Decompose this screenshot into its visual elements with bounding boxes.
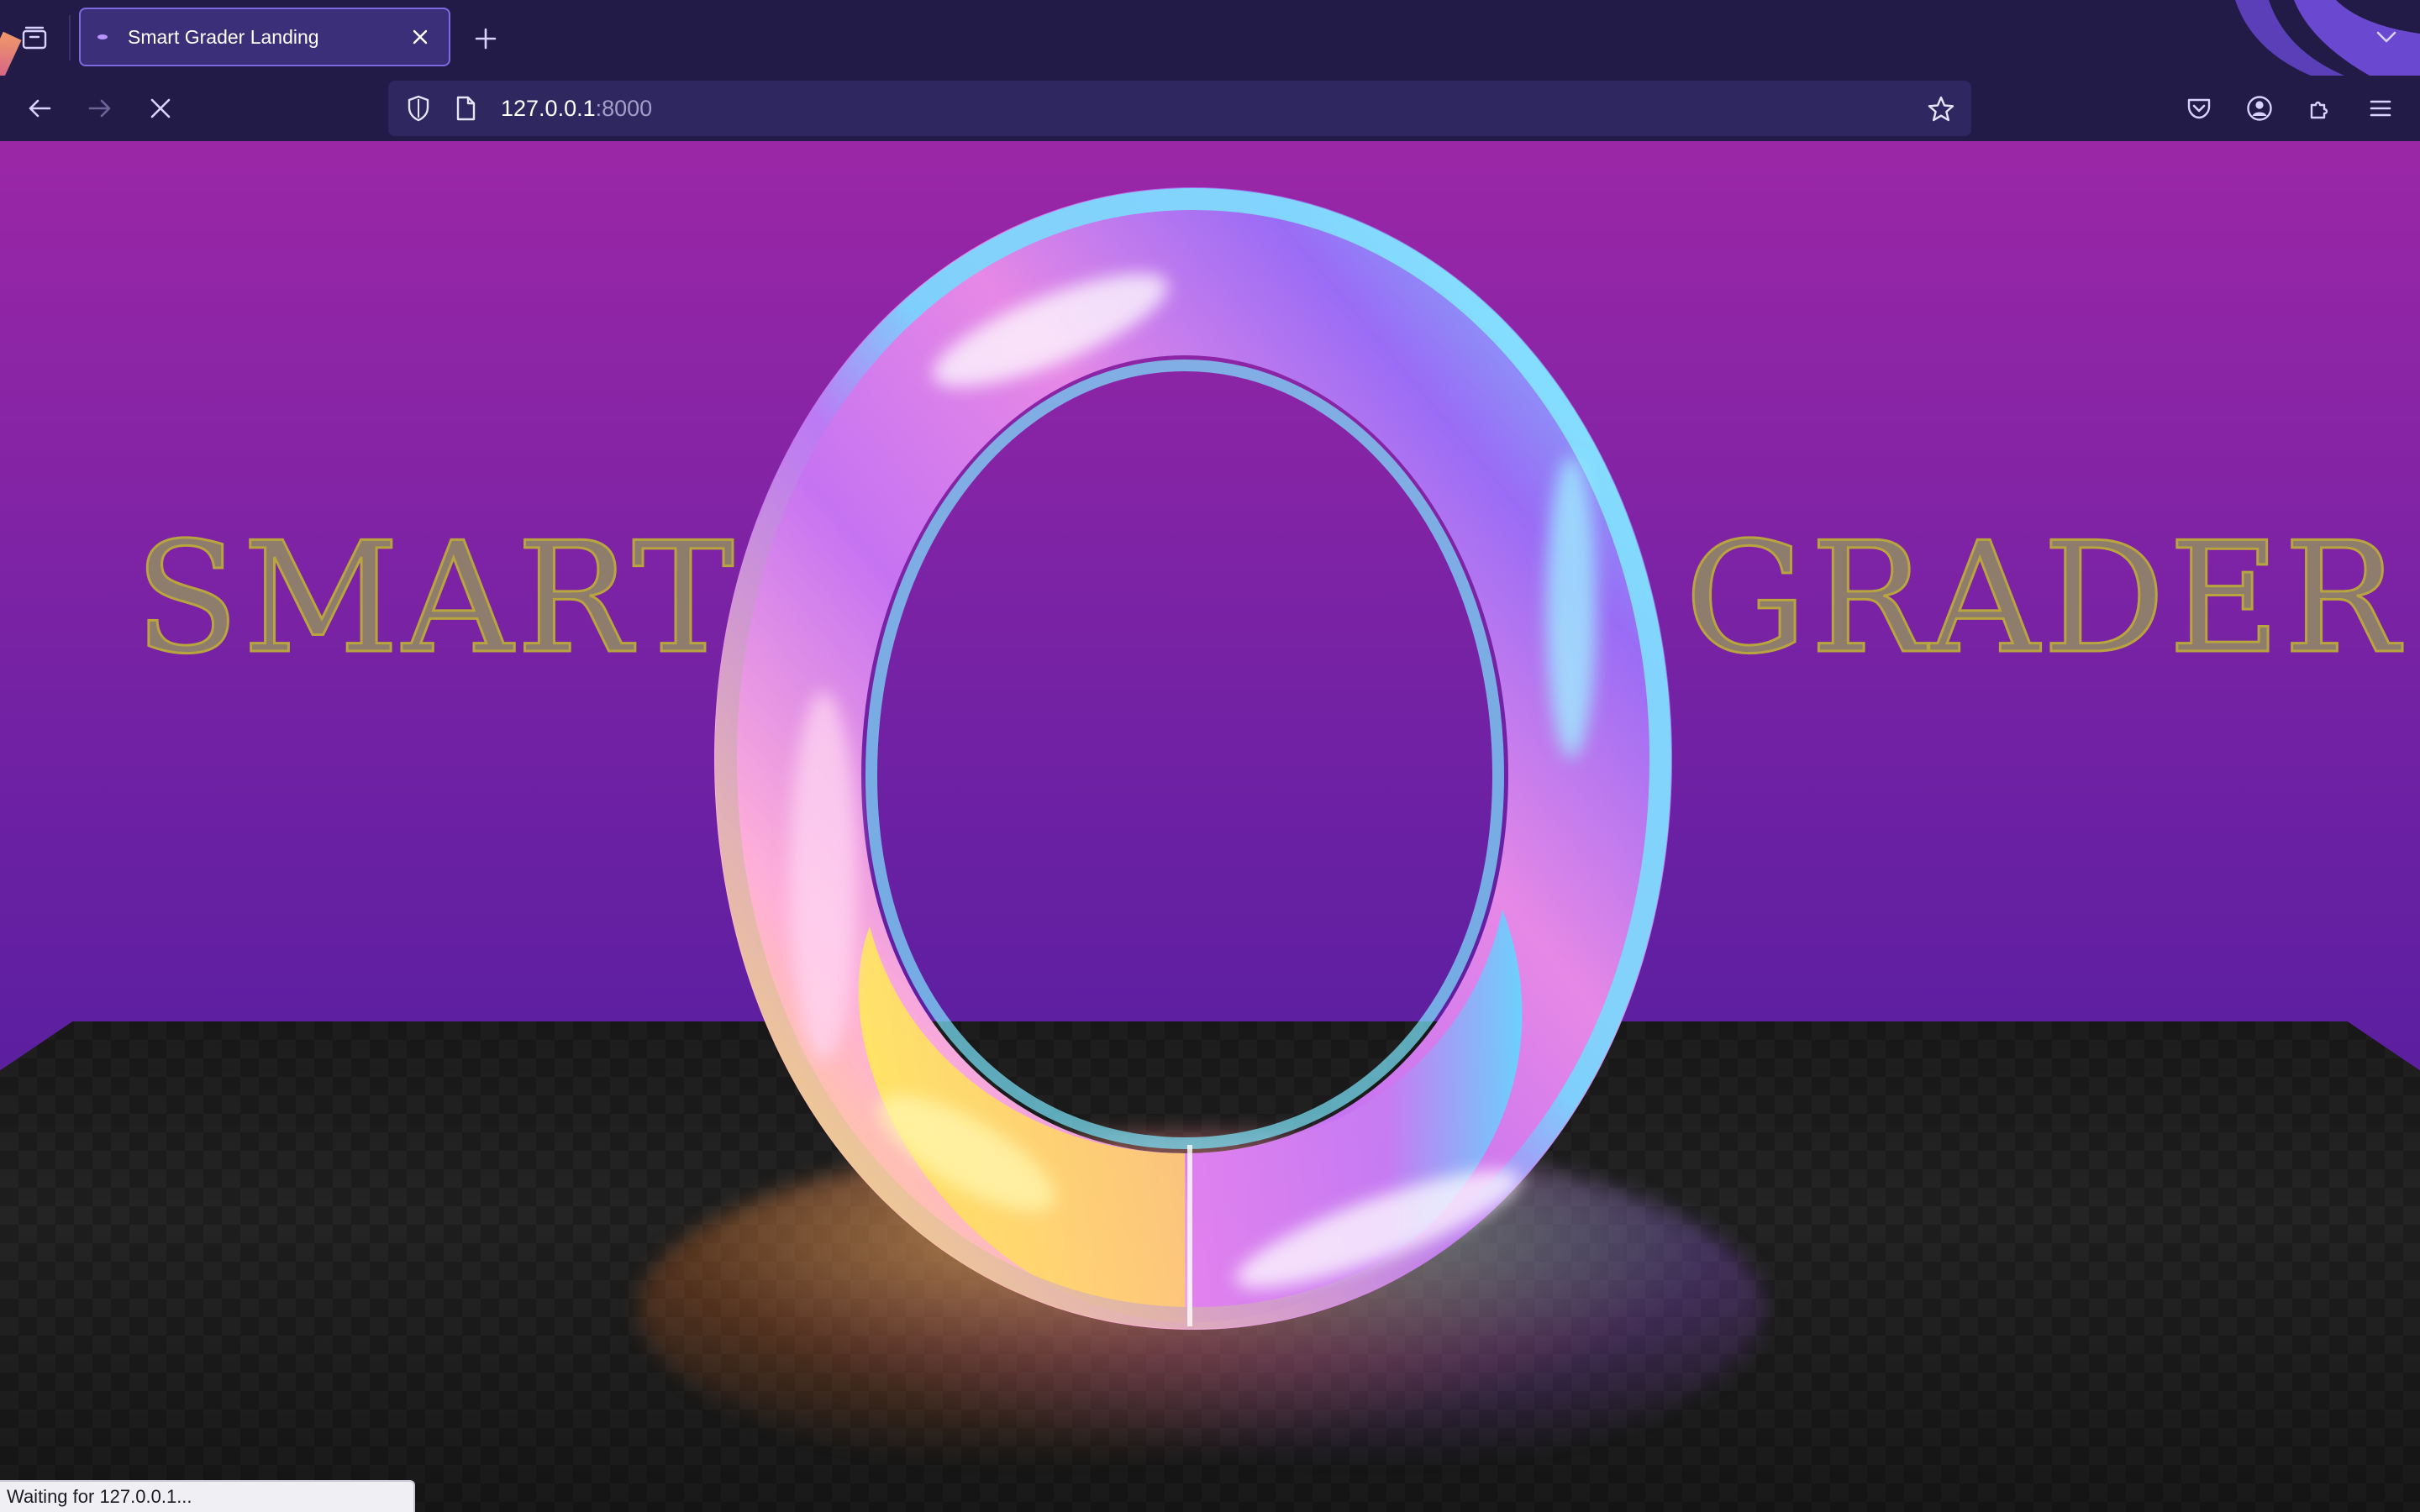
status-bar: Waiting for 127.0.0.1... — [0, 1480, 415, 1512]
back-button[interactable] — [20, 89, 59, 128]
tab-separator — [69, 15, 71, 60]
iridescent-ring-3d — [714, 187, 1672, 1330]
shield-icon[interactable] — [402, 92, 435, 125]
tab-title: Smart Grader Landing — [128, 25, 319, 48]
stop-icon — [150, 98, 171, 118]
chevron-down-icon — [2376, 31, 2396, 43]
tab-active[interactable]: Smart Grader Landing — [79, 8, 450, 66]
favicon-icon — [97, 34, 108, 39]
star-icon[interactable] — [1923, 91, 1960, 128]
stop-button[interactable] — [141, 89, 180, 128]
navigation-toolbar: 127.0.0.1:8000 — [0, 76, 2420, 141]
account-button[interactable] — [2240, 89, 2279, 128]
tab-overview-icon[interactable] — [15, 18, 54, 57]
pocket-button[interactable] — [2180, 89, 2218, 128]
plus-icon — [475, 28, 497, 50]
forward-button[interactable] — [81, 89, 119, 128]
back-arrow-icon — [29, 99, 51, 118]
puzzle-icon — [2310, 101, 2328, 119]
hero-word-right: GRADER — [1684, 508, 2402, 689]
close-icon[interactable] — [403, 20, 437, 54]
tab-strip: Smart Grader Landing — [0, 0, 2420, 76]
url-port: :8000 — [595, 95, 653, 121]
url-host: 127.0.0.1 — [501, 95, 596, 121]
new-tab-button[interactable] — [467, 20, 504, 57]
pocket-icon — [2187, 98, 2211, 119]
url-text[interactable]: 127.0.0.1:8000 — [501, 96, 652, 122]
account-icon — [2247, 96, 2272, 121]
app-menu-button[interactable] — [2361, 89, 2400, 128]
hamburger-menu-icon — [2370, 100, 2391, 117]
page-icon[interactable] — [450, 92, 481, 125]
extensions-button[interactable] — [2301, 89, 2339, 128]
list-all-tabs-button[interactable] — [2368, 18, 2405, 55]
page-viewport: SMART GRADER — [0, 141, 2420, 1512]
address-bar[interactable]: 127.0.0.1:8000 — [388, 81, 1971, 136]
hero-word-left: SMART — [134, 508, 738, 689]
forward-arrow-icon — [88, 99, 111, 118]
